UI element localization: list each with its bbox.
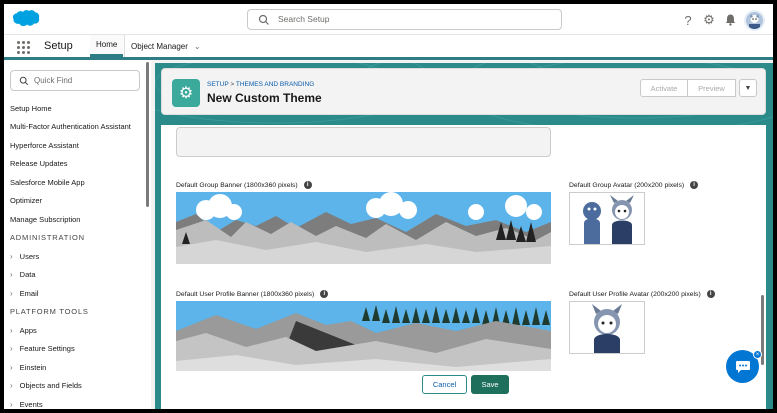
breadcrumb: SETUP > THEMES AND BRANDING [207,81,314,88]
breadcrumb-separator: > [230,81,235,88]
chevron-right-icon: › [10,325,13,335]
search-icon [258,14,269,25]
group-banner-image[interactable] [176,192,551,264]
search-placeholder: Search Setup [278,14,330,24]
bell-icon[interactable] [723,13,737,27]
mountain-banner-illustration [176,301,551,373]
sidebar-item-manage-subscription[interactable]: Manage Subscription [4,210,146,229]
salesforce-logo[interactable] [12,9,40,28]
tab-home-label: Home [96,40,118,49]
sidebar-item-objects-and-fields[interactable]: › Objects and Fields [4,377,146,396]
profile-avatar-label-text: Default User Profile Avatar (200x200 pix… [569,290,701,298]
save-button[interactable]: Save [471,375,509,394]
sidebar-item-mfa-assistant[interactable]: Multi-Factor Authentication Assistant [4,118,146,137]
sidebar-item-setup-home[interactable]: Setup Home [4,99,146,118]
form-footer: Cancel Save [161,371,766,409]
sidebar-scrollbar[interactable] [146,62,149,207]
cancel-button[interactable]: Cancel [422,375,467,394]
profile-avatar-image[interactable] [569,301,645,354]
chevron-right-icon: › [10,344,13,354]
setup-search-input[interactable]: Search Setup [247,9,562,30]
header-actions: ? ⚙ [681,9,765,31]
sidebar-item-label: Objects and Fields [19,381,82,391]
tab-home[interactable]: Home [90,35,124,57]
more-actions-button[interactable]: ▼ [739,79,757,97]
close-icon[interactable]: × [753,350,762,359]
preview-button[interactable]: Preview [688,79,736,97]
page-header: ⚙ SETUP > THEMES AND BRANDING New Custom… [161,68,766,115]
sidebar-item-label: Events [19,399,43,409]
group-avatar-label-text: Default Group Avatar (200x200 pixels) [569,181,685,189]
profile-banner-label: Default User Profile Banner (1800x360 pi… [176,290,329,298]
sidebar-item-users[interactable]: › Users [4,247,146,266]
activate-button[interactable]: Activate [640,79,688,97]
previous-setting-box [176,127,551,157]
global-header: Search Setup ? ⚙ [4,4,773,35]
app-launcher-icon[interactable] [17,41,30,54]
quick-find-placeholder: Quick Find [34,76,73,85]
screen-frame: Search Setup ? ⚙ Setup Home Object Manag… [0,0,777,413]
sidebar-item-optimizer[interactable]: Optimizer [4,192,146,211]
user-avatar[interactable] [744,9,765,31]
sidebar-section-administration: ADMINISTRATION [10,233,85,243]
group-banner-label: Default Group Banner (1800x360 pixels) i [176,181,312,189]
sidebar-item-label: Feature Settings [19,344,75,354]
chevron-down-icon[interactable]: ⌄ [194,42,201,51]
chat-bubble-icon [735,360,750,373]
profile-avatar-label: Default User Profile Avatar (200x200 pix… [569,290,715,298]
sidebar-item-feature-settings[interactable]: › Feature Settings [4,340,146,359]
main-area: ⚙ SETUP > THEMES AND BRANDING New Custom… [155,63,773,409]
gear-icon[interactable]: ⚙ [702,12,716,27]
chevron-right-icon: › [10,251,13,261]
sidebar-item-einstein[interactable]: › Einstein [4,358,146,377]
theme-editor-content: Default Group Banner (1800x360 pixels) i [161,125,766,409]
setup-sidebar: Quick Find Setup Home Multi-Factor Authe… [4,60,151,409]
theme-gear-icon: ⚙ [172,79,200,107]
quick-find-input[interactable]: Quick Find [10,70,140,91]
tab-object-manager[interactable]: Object Manager ⌄ [124,35,207,57]
app-name: Setup [44,40,73,52]
page-title: New Custom Theme [207,91,322,105]
sidebar-item-apps[interactable]: › Apps [4,321,146,340]
help-icon[interactable]: ? [681,13,695,28]
chevron-right-icon: › [10,399,13,409]
sidebar-section-platform-tools: PLATFORM TOOLS [10,307,89,317]
sidebar-item-label: Data [19,270,36,280]
sidebar-item-mobile-app[interactable]: Salesforce Mobile App [4,173,146,192]
mountain-banner-illustration [176,192,551,264]
profile-avatar-illustration [570,302,644,353]
sidebar-item-label: Email [19,288,39,298]
breadcrumb-themes-branding[interactable]: THEMES AND BRANDING [236,81,314,88]
app-nav-bar: Setup Home Object Manager ⌄ [4,35,773,60]
sidebar-item-label: Apps [19,325,37,335]
sidebar-item-events[interactable]: › Events [4,395,146,409]
group-avatar-label: Default Group Avatar (200x200 pixels) i [569,181,699,189]
chevron-right-icon: › [10,270,13,280]
group-avatar-illustration [570,193,644,244]
profile-banner-label-text: Default User Profile Banner (1800x360 pi… [176,290,315,298]
chevron-down-icon: ▼ [744,84,752,92]
profile-banner-image[interactable] [176,301,551,373]
sidebar-list: Setup Home Multi-Factor Authentication A… [4,99,146,409]
chevron-right-icon: › [10,288,13,298]
group-avatar-image[interactable] [569,192,645,245]
chevron-right-icon: › [10,381,13,391]
sidebar-item-label: Einstein [19,362,47,372]
header-button-group: Activate Preview ▼ [640,79,757,97]
chevron-right-icon: › [10,362,13,372]
sidebar-item-data[interactable]: › Data [4,266,146,285]
info-icon[interactable]: i [706,290,715,298]
search-icon [19,76,29,86]
sidebar-item-hyperforce-assistant[interactable]: Hyperforce Assistant [4,136,146,155]
tab-object-manager-label: Object Manager [131,41,188,51]
info-icon[interactable]: i [303,181,312,189]
group-banner-label-text: Default Group Banner (1800x360 pixels) [176,181,298,189]
sidebar-item-label: Users [19,251,40,261]
sidebar-item-release-updates[interactable]: Release Updates [4,155,146,174]
sidebar-item-email[interactable]: › Email [4,284,146,303]
app-window: Search Setup ? ⚙ Setup Home Object Manag… [4,4,773,409]
info-icon[interactable]: i [320,290,329,298]
breadcrumb-setup[interactable]: SETUP [207,81,229,88]
info-icon[interactable]: i [690,181,699,189]
